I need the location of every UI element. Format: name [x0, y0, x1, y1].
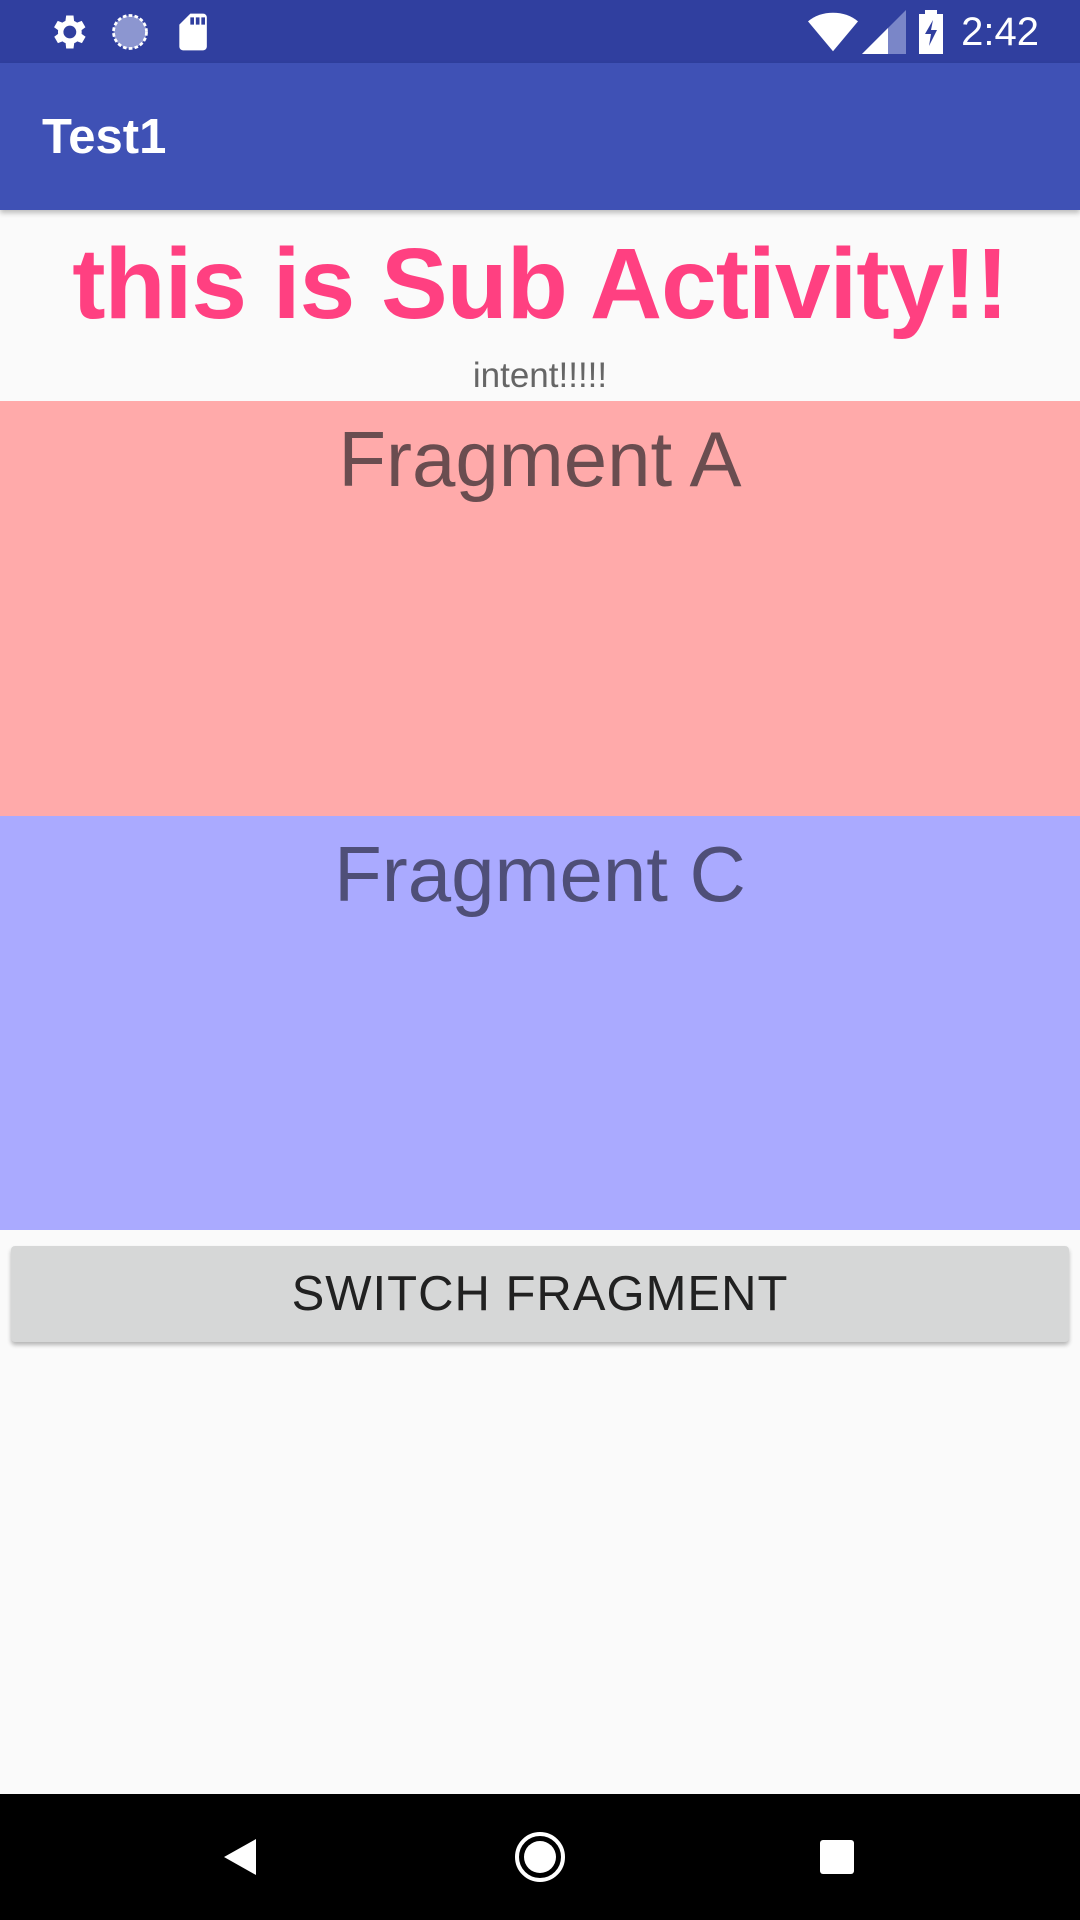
- fragment-c-container: Fragment C: [0, 816, 1080, 1230]
- sd-card-icon: [172, 10, 216, 54]
- status-time: 2:42: [961, 10, 1039, 54]
- back-icon[interactable]: [208, 1824, 274, 1890]
- fragment-a-label: Fragment A: [338, 415, 742, 503]
- fragment-c-label: Fragment C: [334, 830, 746, 918]
- fragment-a-container: Fragment A: [0, 401, 1080, 816]
- settings-icon: [46, 10, 90, 54]
- app-title: Test1: [42, 110, 167, 164]
- sync-icon: [108, 10, 152, 54]
- status-bar: 2:42: [0, 0, 1080, 63]
- home-icon[interactable]: [507, 1824, 573, 1890]
- switch-fragment-button[interactable]: SWITCH FRAGMENT: [11, 1246, 1069, 1342]
- recents-icon[interactable]: [804, 1824, 870, 1890]
- app-bar: Test1: [0, 63, 1080, 210]
- battery-charging-icon: [916, 10, 946, 54]
- wifi-icon: [808, 10, 858, 54]
- intent-text: intent!!!!!: [472, 356, 608, 395]
- sub-activity-headline: this is Sub Activity!!: [72, 228, 1009, 340]
- signal-icon: [862, 10, 906, 54]
- navigation-bar: [0, 1794, 1080, 1920]
